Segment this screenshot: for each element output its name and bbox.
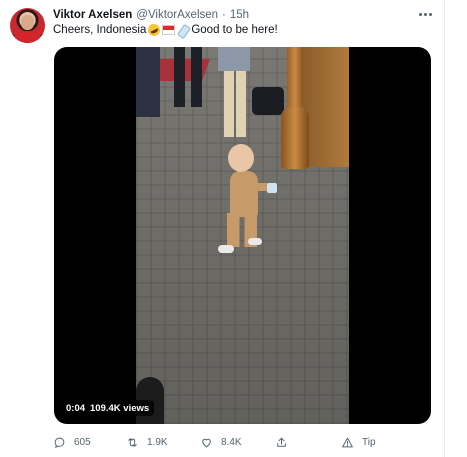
baby-head	[228, 144, 254, 172]
timeline-border	[444, 0, 445, 457]
like-icon	[202, 438, 211, 447]
separator-dot: ·	[222, 9, 226, 21]
tweet-timestamp[interactable]: 15h	[230, 9, 249, 21]
retweet-icon	[128, 437, 137, 447]
indonesia-flag-icon	[162, 25, 176, 35]
tweet-text-end: Good to be here!	[191, 24, 278, 36]
like-count: 8.4K	[221, 436, 242, 448]
video-badge: 0:04 109.4K views	[61, 400, 155, 416]
reply-button[interactable]: 605	[53, 433, 91, 451]
tip-icon	[342, 437, 353, 447]
background-person-left	[136, 47, 160, 117]
reply-icon	[54, 437, 65, 448]
like-button[interactable]: 8.4K	[200, 433, 242, 451]
background-person-shirt	[218, 47, 250, 71]
more-icon[interactable]	[416, 6, 434, 22]
video-duration: 0:04	[66, 402, 86, 414]
more-dot	[428, 12, 432, 16]
tweet-header: Viktor Axelsen @ViktorAxelsen · 15h	[53, 7, 249, 23]
video-frame	[136, 47, 349, 424]
author-avatar[interactable]	[10, 8, 45, 43]
share-icon	[277, 437, 286, 447]
tweet-card[interactable]: Viktor Axelsen @ViktorAxelsen · 15h Chee…	[0, 0, 446, 457]
tweet-text: Cheers, Indonesia Good to be here!	[53, 22, 278, 38]
baby-body	[230, 171, 258, 217]
retweet-count: 1.9K	[147, 436, 168, 448]
retweet-button[interactable]: 1.9K	[126, 433, 168, 451]
tip-label: Tip	[362, 436, 376, 448]
video-player[interactable]: 0:04 109.4K views	[54, 47, 431, 424]
avatar-face	[21, 15, 34, 30]
author-handle[interactable]: @ViktorAxelsen	[136, 9, 218, 21]
tweet-text-start: Cheers, Indonesia	[53, 24, 147, 36]
tip-button[interactable]: Tip	[341, 433, 376, 451]
video-views: 109.4K views	[90, 402, 150, 414]
share-button[interactable]	[275, 433, 288, 451]
baby-cup	[267, 183, 277, 193]
black-bag	[252, 87, 284, 115]
pillar-base	[281, 107, 309, 169]
author-name[interactable]: Viktor Axelsen	[53, 9, 132, 21]
baby-shoe	[248, 238, 262, 245]
avatar-shirt	[13, 31, 42, 43]
baby-bottle-icon	[177, 24, 189, 36]
background-person-dark	[174, 47, 202, 107]
tweet-actions: 605 1.9K 8.4K Tip	[53, 433, 393, 451]
baby-shoe	[218, 245, 234, 253]
rofl-emoji-icon	[146, 22, 163, 38]
wooden-pillar	[281, 47, 309, 169]
more-dot	[418, 12, 422, 16]
more-dot	[423, 12, 427, 16]
reply-count: 605	[74, 436, 91, 448]
